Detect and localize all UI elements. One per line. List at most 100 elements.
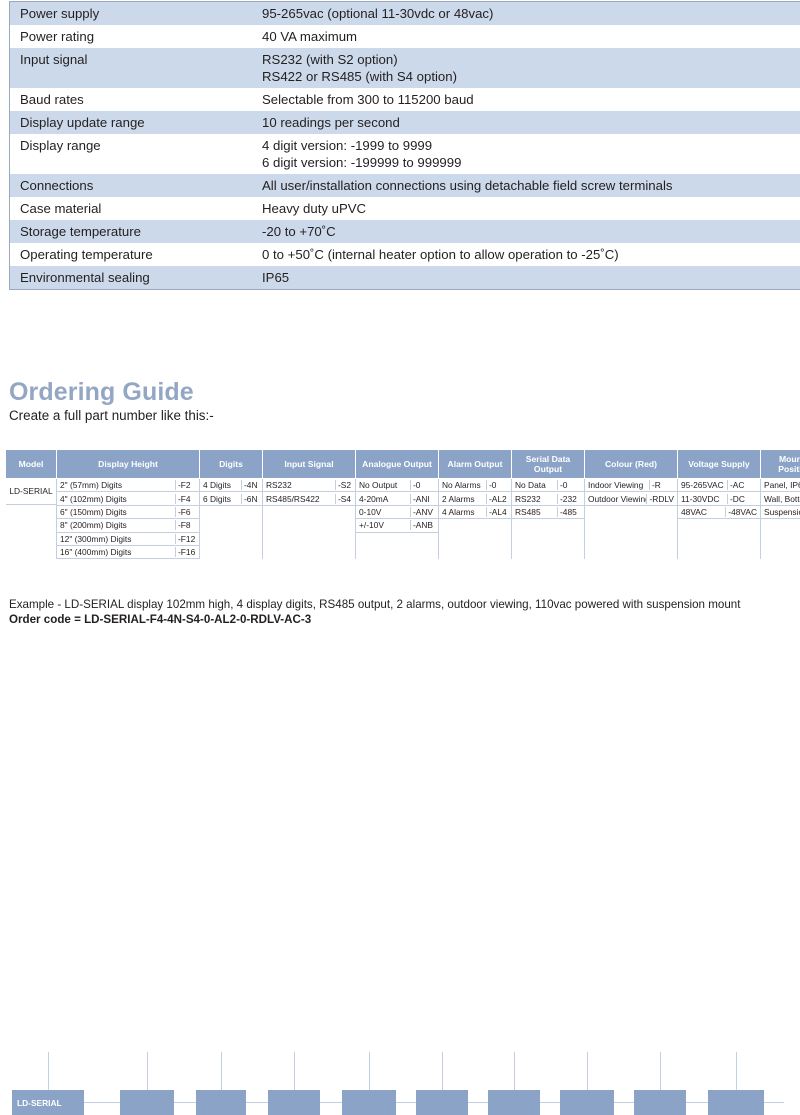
spec-label: Input signal <box>10 48 253 88</box>
ordering-option-row[interactable]: 4 Digits-4N <box>200 479 262 492</box>
builder-slot-box[interactable] <box>634 1090 686 1115</box>
ordering-option-name: No Output <box>356 480 410 490</box>
ordering-table-header: ModelDisplay HeightDigitsInput SignalAna… <box>6 450 800 479</box>
ordering-option-code: -DC <box>727 494 760 504</box>
ordering-option-row[interactable]: 6" (150mm) Digits-F6 <box>57 506 199 519</box>
ordering-option-name: 48VAC <box>678 507 725 517</box>
builder-slot-box[interactable] <box>268 1090 320 1115</box>
ordering-option-name: 4 Alarms <box>439 507 486 517</box>
ordering-option-name: 6" (150mm) Digits <box>57 507 175 517</box>
spec-label: Display range <box>10 134 253 174</box>
spec-value-line: IP65 <box>262 269 800 286</box>
ordering-option-row[interactable]: RS232-232 <box>512 492 584 505</box>
spec-row: Power rating 40 VA maximum <box>10 25 800 48</box>
ordering-option-code: -4N <box>241 480 262 490</box>
ordering-option-code: -485 <box>557 507 584 517</box>
ordering-option-row[interactable]: 6 Digits-6N <box>200 492 262 505</box>
example-description: Example - LD-SERIAL display 102mm high, … <box>9 598 740 611</box>
ordering-option-code: -AC <box>727 480 760 490</box>
ordering-option-row[interactable]: No Output-0 <box>356 479 438 492</box>
ordering-option-row[interactable]: 8" (200mm) Digits-F8 <box>57 519 199 532</box>
ordering-option-row[interactable]: 0-10V-ANV <box>356 506 438 519</box>
ordering-option-row[interactable]: 11-30VDC-DC <box>678 492 760 505</box>
ordering-option-row[interactable]: Panel, IP65 Front-1 <box>761 479 800 492</box>
ordering-option-name: 2 Alarms <box>439 494 486 504</box>
spec-row: Baud ratesSelectable from 300 to 115200 … <box>10 88 800 111</box>
builder-slot-box[interactable] <box>342 1090 396 1115</box>
builder-slot-box[interactable]: LD-SERIAL <box>12 1090 84 1115</box>
ordering-option-code: -S4 <box>335 494 355 504</box>
spec-label: Storage temperature <box>10 220 253 243</box>
builder-stem-line <box>147 1052 148 1090</box>
spec-value: 10 readings per second <box>252 111 800 134</box>
spec-value: All user/installation connections using … <box>252 174 800 197</box>
spec-label: Environmental sealing <box>10 266 253 290</box>
ordering-option-row[interactable]: 4 Alarms-AL4 <box>439 506 511 519</box>
ordering-option-row[interactable]: 4" (102mm) Digits-F4 <box>57 492 199 505</box>
ordering-option-row[interactable]: +/-10V-ANB <box>356 519 438 532</box>
spec-row: ConnectionsAll user/installation connect… <box>10 174 800 197</box>
ordering-option-list: 4 Digits-4N6 Digits-6N <box>200 479 262 506</box>
spec-label: Case material <box>10 197 253 220</box>
spec-row: Power supply95-265vac (optional 11-30vdc… <box>10 2 800 26</box>
ordering-option-row[interactable]: RS485-485 <box>512 506 584 519</box>
builder-slot-box[interactable] <box>416 1090 468 1115</box>
builder-stem-line <box>294 1052 295 1090</box>
builder-stem-line <box>369 1052 370 1090</box>
ordering-option-list: No Alarms-02 Alarms-AL24 Alarms-AL4 <box>439 479 511 519</box>
ordering-option-row[interactable]: Indoor Viewing-R <box>585 479 677 492</box>
ordering-option-row[interactable]: 4-20mA-ANI <box>356 492 438 505</box>
ordering-option-row[interactable]: No Data-0 <box>512 479 584 492</box>
builder-slot-box[interactable] <box>120 1090 174 1115</box>
ordering-option-row[interactable]: RS485/RS422-S4 <box>263 492 355 505</box>
spec-value-line: 40 VA maximum <box>262 28 800 45</box>
spec-value-line: 95-265vac (optional 11-30vdc or 48vac) <box>262 5 800 22</box>
builder-slot-box[interactable] <box>488 1090 540 1115</box>
ordering-option-name: RS485 <box>512 507 557 517</box>
ordering-option-code: -0 <box>410 480 438 490</box>
ordering-option-row[interactable]: RS232-S2 <box>263 479 355 492</box>
ordering-column-header: Digits <box>200 450 263 479</box>
ordering-option-row[interactable]: Suspension, Top, IP65-3 <box>761 506 800 519</box>
ordering-option-row[interactable]: 48VAC-48VAC <box>678 506 760 519</box>
spec-row: Operating temperature0 to +50˚C (interna… <box>10 243 800 266</box>
ordering-option-row[interactable]: No Alarms-0 <box>439 479 511 492</box>
ordering-option-code: -R <box>649 480 677 490</box>
ordering-column-header: Voltage Supply <box>678 450 761 479</box>
spec-value: Selectable from 300 to 115200 baud <box>252 88 800 111</box>
ordering-option-row[interactable]: Wall, Bottom, IP65-2 <box>761 492 800 505</box>
ordering-option-row[interactable]: 95-265VAC-AC <box>678 479 760 492</box>
ordering-option-code: -232 <box>557 494 584 504</box>
ordering-option-code: -ANV <box>410 507 438 517</box>
spec-row: Case materialHeavy duty uPVC <box>10 197 800 220</box>
builder-stem-line <box>660 1052 661 1090</box>
ordering-option-name: RS485/RS422 <box>263 494 335 504</box>
ordering-option-name: RS232 <box>512 494 557 504</box>
ordering-option-code: -F2 <box>175 480 199 490</box>
builder-slot-box[interactable] <box>196 1090 246 1115</box>
builder-stem-line <box>48 1052 49 1090</box>
ordering-option-name: No Data <box>512 480 557 490</box>
ordering-option-code: -ANB <box>410 520 438 530</box>
spec-value: Heavy duty uPVC <box>252 197 800 220</box>
ordering-option-code: -F4 <box>175 494 199 504</box>
builder-slot-box[interactable] <box>560 1090 614 1115</box>
spec-value-line: 10 readings per second <box>262 114 800 131</box>
ordering-option-row[interactable]: 2 Alarms-AL2 <box>439 492 511 505</box>
ordering-option-name: Suspension, Top, IP65 <box>761 507 800 517</box>
spec-value-line: -20 to +70˚C <box>262 223 800 240</box>
ordering-option-row[interactable]: Outdoor Viewing-RDLV <box>585 492 677 505</box>
ordering-option-name: Indoor Viewing <box>585 480 649 490</box>
spec-value: IP65 <box>252 266 800 290</box>
ordering-option-row[interactable]: 2" (57mm) Digits-F2 <box>57 479 199 492</box>
spec-label: Baud rates <box>10 88 253 111</box>
spec-row: Input signalRS232 (with S2 option)RS422 … <box>10 48 800 88</box>
builder-stem-line <box>587 1052 588 1090</box>
spec-value: 95-265vac (optional 11-30vdc or 48vac) <box>252 2 800 26</box>
ordering-option-name: 4" (102mm) Digits <box>57 494 175 504</box>
builder-slot-box[interactable] <box>708 1090 764 1115</box>
ordering-option-code: -48VAC <box>725 507 760 517</box>
spec-label: Power rating <box>10 25 253 48</box>
spec-value-line: 0 to +50˚C (internal heater option to al… <box>262 246 800 263</box>
ordering-option-list: 95-265VAC-AC11-30VDC-DC48VAC-48VAC <box>678 479 760 519</box>
